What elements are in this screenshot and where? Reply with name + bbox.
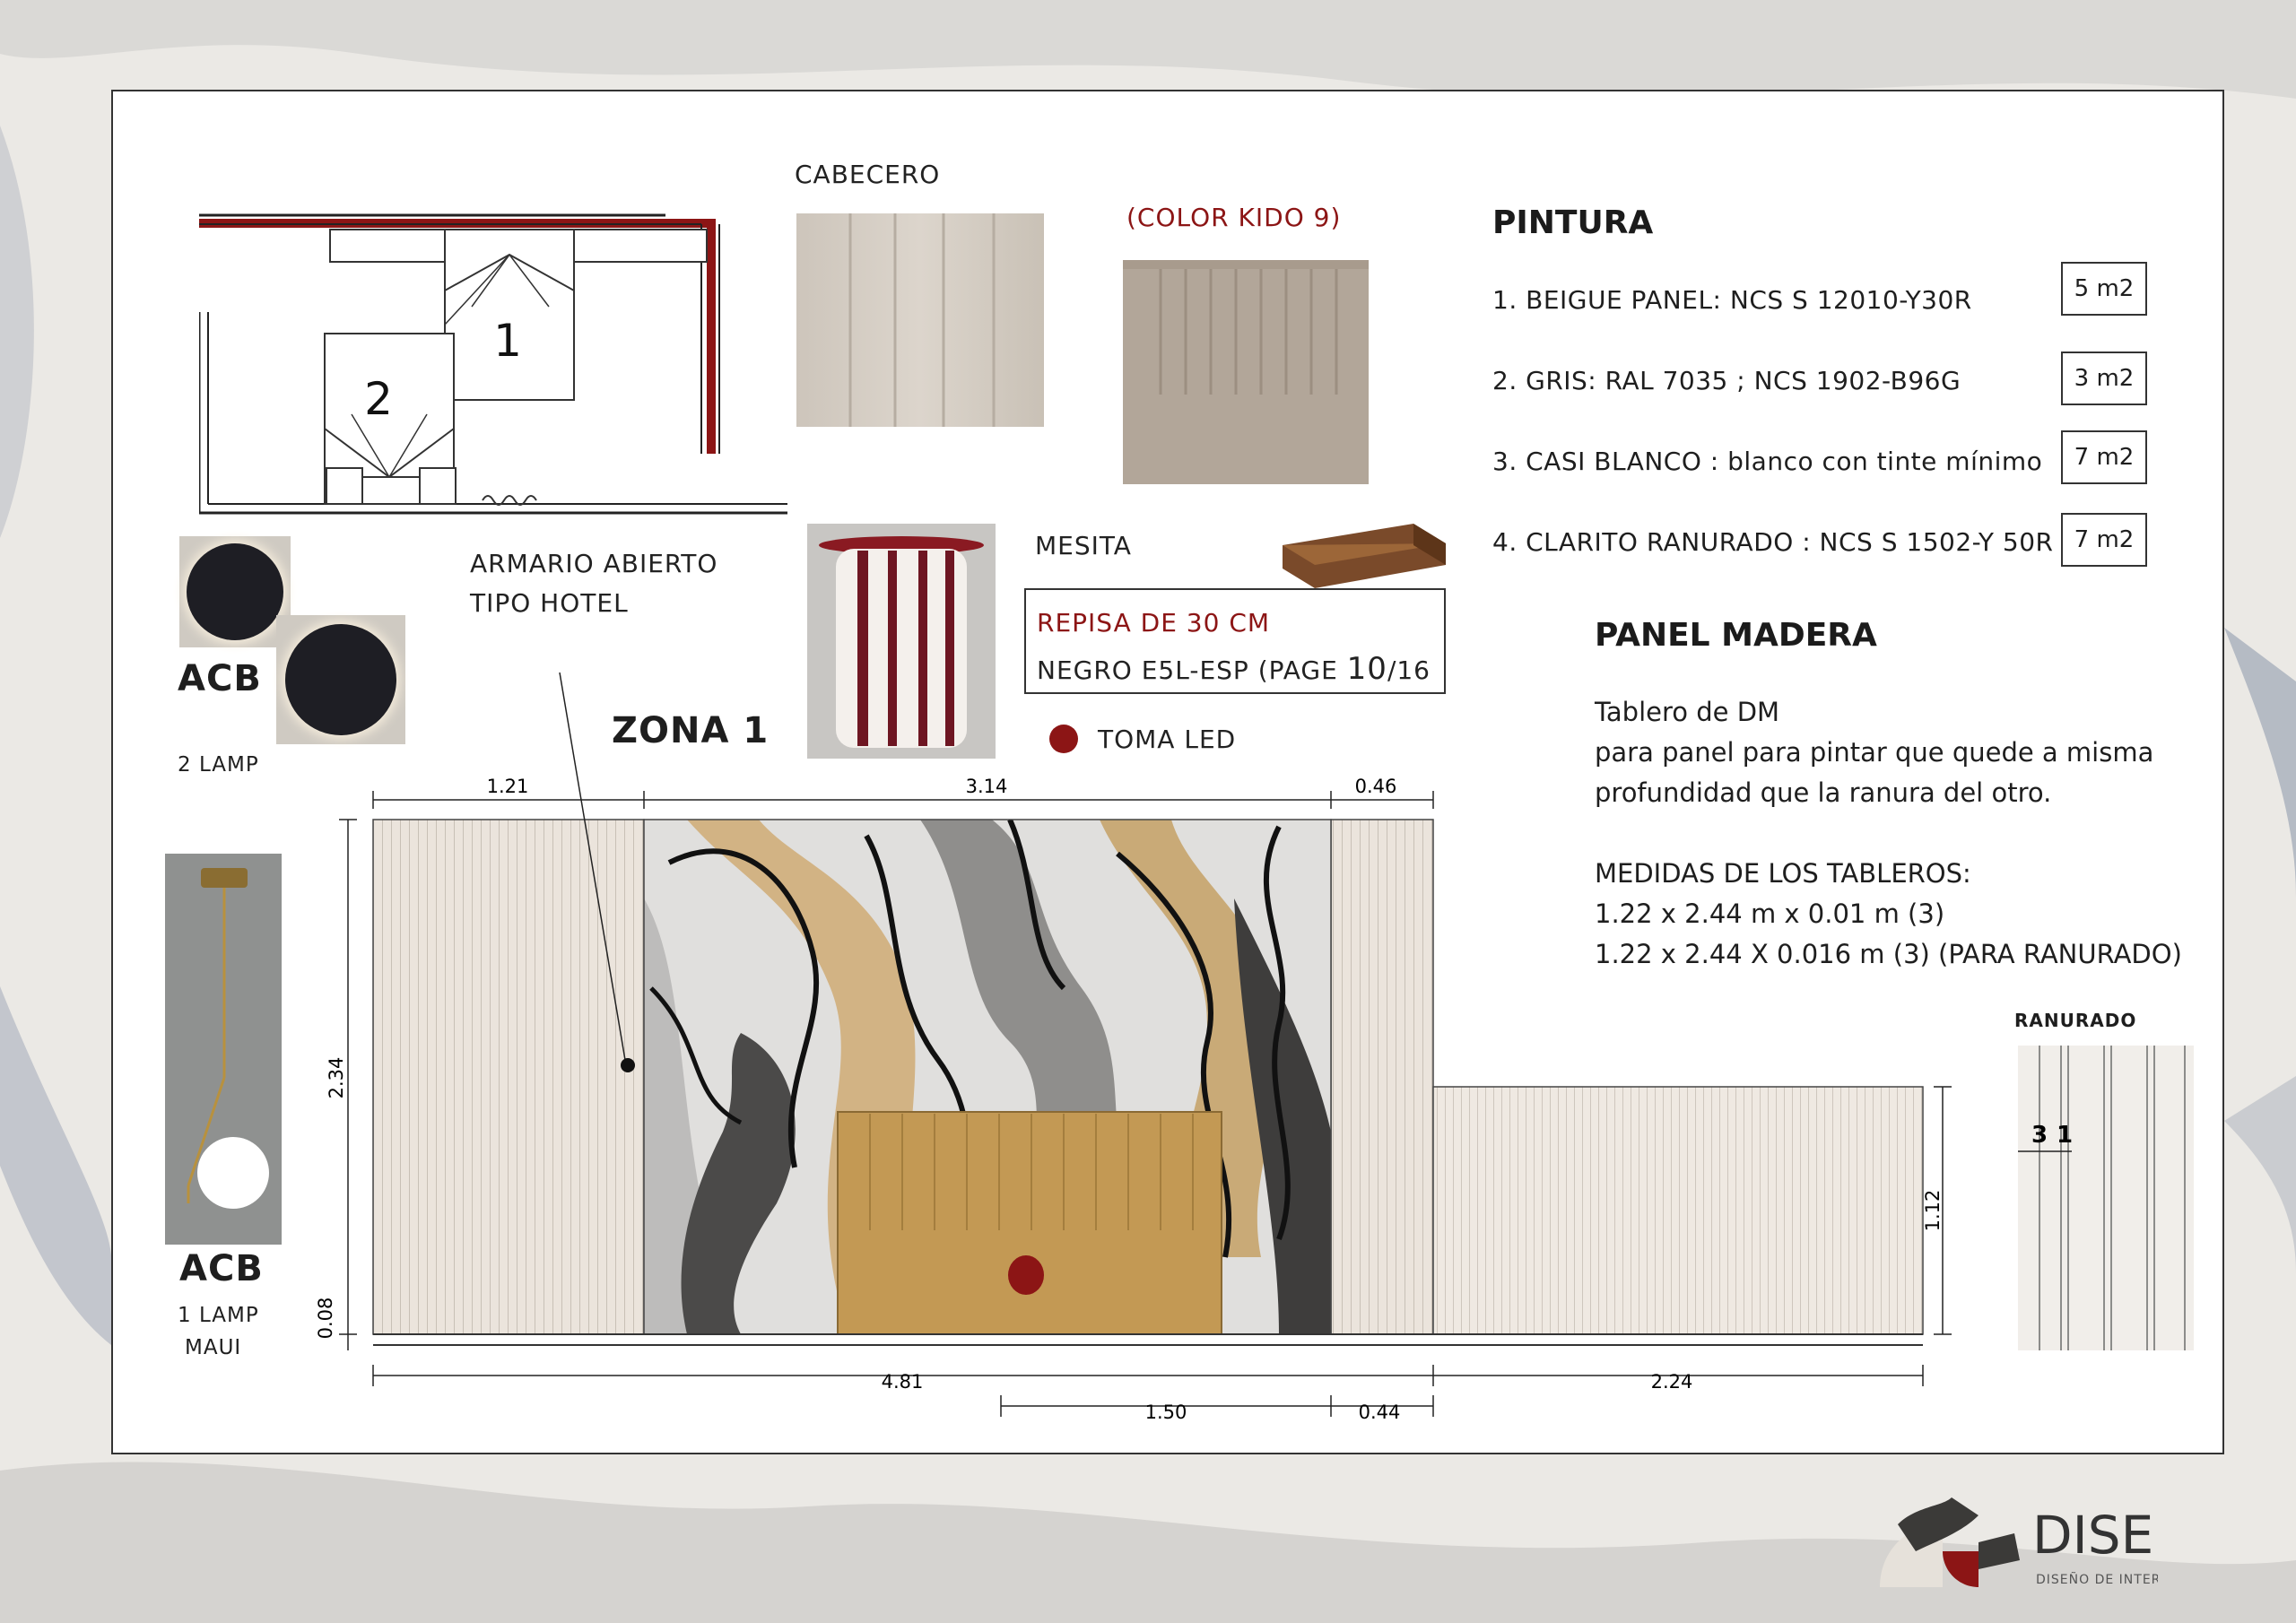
panel-right: [1330, 819, 1434, 1335]
dim-bottom-small: 0.44: [1359, 1402, 1401, 1423]
dim-bottom-headboard: 1.50: [1145, 1402, 1187, 1423]
dim-top-mid: 3.14: [966, 776, 1008, 797]
logo-tagline: DISEÑO DE INTERIORES: [2036, 1572, 2158, 1587]
panel-low: [1432, 1086, 1924, 1335]
dim-top-right: 0.46: [1355, 776, 1397, 797]
elevation-headboard: [837, 1111, 1222, 1335]
dim-height-total: 2.34: [326, 1057, 347, 1099]
dim-bottom-main: 4.81: [882, 1371, 924, 1393]
panel-left: [372, 819, 645, 1335]
elevation-drawing: 1.21 3.14 0.46 2.34 0.08 1.12 4.81 2.24 …: [315, 672, 1952, 1423]
disedra-logo: DISEDRA DISEÑO DE INTERIORES: [1880, 1497, 2158, 1587]
dim-bottom-right: 2.24: [1651, 1371, 1693, 1393]
logo-name: DISEDRA: [2032, 1505, 2158, 1566]
dim-height-base: 0.08: [315, 1298, 336, 1340]
presentation-sheet: 1 2 CABECERO (COLOR KIDO 9) ACB 2 LAMP A…: [111, 90, 2224, 1454]
dim-height-right: 1.12: [1922, 1190, 1944, 1232]
dim-top-left: 1.21: [487, 776, 529, 797]
elevation-led-outlet: [1008, 1255, 1044, 1295]
